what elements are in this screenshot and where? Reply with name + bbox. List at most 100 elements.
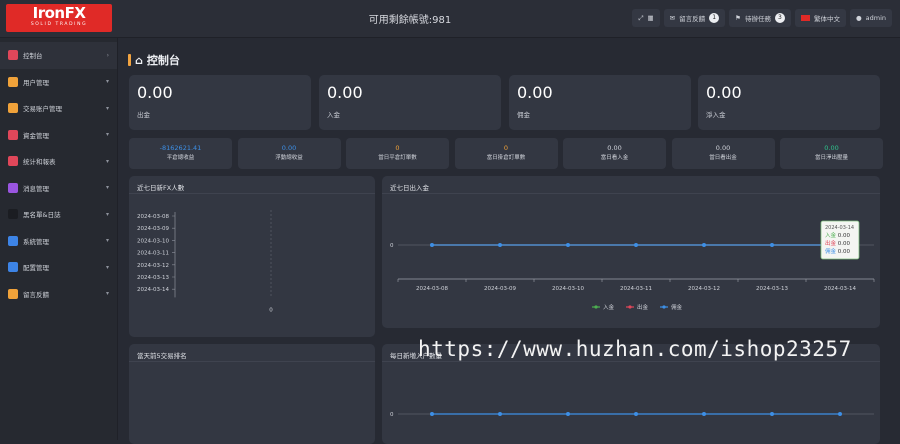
sidebar-item[interactable]: 控制台 ›: [0, 42, 117, 69]
stat-card-net-deposit: 0.00 淨入金: [698, 75, 880, 130]
mini-stat-value: 0: [395, 144, 400, 152]
legend-label[interactable]: 入金: [603, 303, 615, 311]
mini-stat-value: 0: [503, 144, 509, 152]
brand-logo[interactable]: IronFX SOLID TRADING: [6, 4, 112, 32]
legend-marker: [594, 305, 598, 309]
mini-stat-card: -8162621.41 平倉總收益: [129, 138, 232, 169]
stat-label: 淨入金: [706, 111, 726, 119]
x-tick-label: 2024-03-11: [620, 286, 652, 292]
stat-value: 0.00: [706, 83, 742, 102]
stat-value: 0.00: [517, 83, 553, 102]
data-point[interactable]: [498, 412, 502, 416]
sidebar-item-label: 统计和報表: [23, 158, 56, 167]
sidebar-item[interactable]: 用户管理 ▾: [0, 69, 117, 96]
title-accent: [128, 54, 131, 66]
y-tick-label: 2024-03-11: [137, 251, 169, 257]
sidebar-item-label: 交易账户管理: [23, 105, 62, 114]
mini-stat-label: 平倉總收益: [166, 155, 195, 161]
menu-icon: [8, 103, 18, 114]
sidebar-item[interactable]: 資金管理 ▾: [0, 122, 117, 149]
mini-stat-card: 0.00 當日看入金: [563, 138, 666, 169]
legend-label[interactable]: 出金: [637, 303, 649, 311]
sidebar-item-label: 控制台: [23, 52, 43, 61]
data-point[interactable]: [566, 412, 570, 416]
x-tick-label: 2024-03-10: [552, 286, 584, 292]
sidebar-item[interactable]: 交易账户管理 ▾: [0, 95, 117, 122]
tasks-label: 待辦任務: [744, 15, 771, 23]
sidebar-item[interactable]: 黑名單&日誌 ▾: [0, 201, 117, 228]
y-tick-label: 0: [390, 412, 394, 418]
mini-stat-card: 0.00 當日看出金: [671, 138, 775, 169]
tooltip-date: 2024-03-14: [825, 225, 854, 231]
mini-stat-label: 當日看出金: [709, 155, 737, 161]
legend-label[interactable]: 佣金: [671, 303, 683, 311]
mini-stat-card: 0.00 浮動總收益: [237, 138, 341, 169]
sidebar-item-label: 留言反饋: [23, 290, 49, 299]
watermark-text: https://www.huzhan.com/ishop23257: [418, 337, 852, 361]
user-menu-button[interactable]: ● admin: [849, 9, 892, 27]
feedback-badge: 1: [709, 13, 720, 23]
x-tick-label: 2024-03-14: [824, 286, 856, 292]
feedback-button[interactable]: ✉ 留言反饋 1: [663, 9, 726, 27]
stat-value: 0.00: [137, 83, 173, 102]
data-point[interactable]: [770, 412, 774, 416]
chevron-down-icon: ▾: [105, 78, 109, 86]
sidebar-item[interactable]: 消息管理 ▾: [0, 175, 117, 202]
tooltip-row: 佣金 0.00: [825, 247, 850, 255]
chevron-down-icon: ▾: [105, 184, 109, 192]
tooltip-row: 入金 0.00: [825, 231, 850, 239]
stat-label: 出金: [137, 111, 150, 119]
x-tick-label: 2024-03-13: [756, 286, 788, 292]
data-point[interactable]: [498, 243, 502, 247]
sidebar-item[interactable]: 留言反饋 ▾: [0, 281, 117, 308]
page-title-text: 控制台: [146, 54, 180, 67]
mini-stat-value: 0.00: [607, 144, 622, 152]
menu-icon: [8, 209, 18, 220]
mini-stat-card: 0 當日平倉訂單數: [346, 138, 449, 169]
mini-stat-value: 0.00: [715, 144, 731, 152]
sidebar-item-label: 資金管理: [23, 131, 49, 140]
chevron-right-icon: ›: [106, 51, 109, 59]
data-point[interactable]: [770, 243, 774, 247]
sidebar-item[interactable]: 统计和報表 ▾: [0, 148, 117, 175]
sidebar: 控制台 › 用户管理 ▾ 交易账户管理 ▾ 資金管理 ▾ 统计和報表 ▾ 消息管理 ▾ 黑名單&日誌 ▾ 系…: [0, 38, 118, 440]
legend-marker: [662, 305, 666, 309]
sidebar-item-label: 用户管理: [23, 78, 49, 87]
stat-label: 入金: [327, 111, 340, 119]
divider: [129, 361, 375, 362]
stat-label: 佣金: [517, 111, 530, 119]
sidebar-item-label: 黑名單&日誌: [23, 211, 61, 220]
fullscreen-button[interactable]: ⤢ ▦: [632, 9, 660, 27]
chevron-down-icon: ▾: [105, 263, 109, 271]
data-point[interactable]: [634, 243, 638, 247]
top5-trades-panel: 當天前5交易排名: [129, 344, 375, 444]
data-point[interactable]: [430, 412, 434, 416]
x-tick-label: 2024-03-08: [416, 286, 448, 292]
menu-icon: [8, 50, 18, 61]
chevron-down-icon: ▾: [105, 157, 109, 165]
data-point[interactable]: [634, 412, 638, 416]
header-actions: ⤢ ▦ ✉ 留言反饋 1 ⚑ 待辦任務 3 繁体中文 ● admin: [632, 9, 892, 27]
data-point[interactable]: [430, 243, 434, 247]
data-point[interactable]: [702, 243, 706, 247]
menu-icon: [8, 76, 18, 87]
menu-icon: [8, 156, 18, 167]
brand-tagline: SOLID TRADING: [30, 22, 88, 27]
y-tick-label: 2024-03-13: [137, 275, 169, 281]
mini-stat-value: -8162621.41: [159, 144, 202, 152]
data-point[interactable]: [702, 412, 706, 416]
home-icon: ⌂: [135, 53, 143, 67]
flag-icon: ⚑: [735, 14, 741, 22]
language-button[interactable]: 繁体中文: [794, 9, 846, 27]
feedback-label: 留言反饋: [679, 15, 706, 23]
data-point[interactable]: [566, 243, 570, 247]
y-tick-label: 0: [390, 243, 394, 249]
x-tick-label: 2024-03-12: [688, 286, 720, 292]
tasks-button[interactable]: ⚑ 待辦任務 3: [729, 9, 791, 27]
sidebar-item[interactable]: 系統管理 ▾: [0, 228, 117, 255]
data-point[interactable]: [838, 412, 842, 416]
chevron-down-icon: ▾: [105, 210, 109, 218]
sidebar-item[interactable]: 配置管理 ▾: [0, 254, 117, 281]
deposit-withdraw-panel: 近七日出入金 0 2024-03-08 2024-03-09 2024-03-10 20…: [382, 176, 880, 328]
x-tick-label: 0: [269, 307, 273, 313]
